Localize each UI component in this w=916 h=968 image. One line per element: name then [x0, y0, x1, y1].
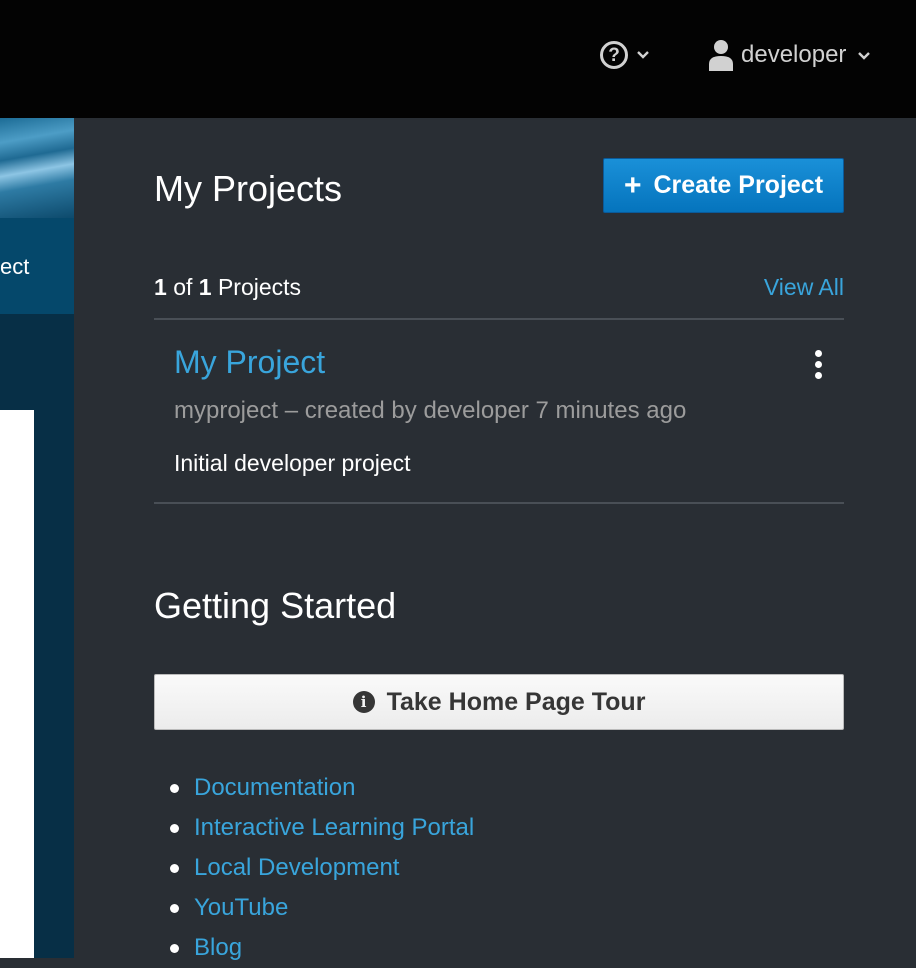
chevron-down-icon	[858, 52, 871, 60]
documentation-link[interactable]: Documentation	[194, 774, 355, 802]
youtube-link[interactable]: YouTube	[194, 894, 288, 922]
getting-started-links: Documentation Interactive Learning Porta…	[170, 768, 474, 968]
bullet-icon	[170, 783, 179, 793]
list-item: Local Development	[170, 848, 474, 888]
take-tour-label: Take Home Page Tour	[386, 687, 646, 716]
project-description: Initial developer project	[174, 450, 411, 476]
info-circle-icon: i	[352, 691, 375, 713]
projects-count: 1 of 1 Projects	[154, 274, 301, 301]
left-content-area: ect	[0, 118, 74, 958]
take-tour-button[interactable]: i Take Home Page Tour	[154, 674, 844, 730]
project-name-link[interactable]: My Project	[174, 344, 325, 381]
list-item: YouTube	[170, 888, 474, 928]
hero-banner-image	[0, 118, 74, 218]
bullet-icon	[170, 903, 179, 913]
user-menu-button[interactable]: developer	[708, 38, 871, 72]
project-meta: myproject – created by developer 7 minut…	[174, 397, 687, 424]
username-label: developer	[741, 41, 847, 68]
getting-started-heading: Getting Started	[154, 585, 397, 626]
local-development-link[interactable]: Local Development	[194, 854, 399, 882]
hero-caption-text: ect	[0, 254, 30, 279]
user-icon	[709, 40, 733, 71]
projects-count-total: 1	[198, 274, 212, 300]
create-project-label: Create Project	[653, 171, 824, 199]
view-all-link[interactable]: View All	[764, 274, 844, 301]
kebab-menu-icon[interactable]	[806, 350, 830, 380]
chevron-down-icon	[637, 51, 649, 59]
bullet-icon	[170, 943, 179, 953]
project-list-item: My Project myproject – created by develo…	[154, 318, 844, 504]
create-project-button[interactable]: + Create Project	[603, 158, 844, 213]
my-projects-heading: My Projects	[154, 168, 343, 209]
list-item: Interactive Learning Portal	[170, 808, 474, 848]
list-item: Documentation	[170, 768, 474, 808]
question-circle-icon: ?	[600, 41, 628, 69]
plus-icon: +	[623, 168, 642, 202]
learning-portal-link[interactable]: Interactive Learning Portal	[194, 814, 474, 842]
bullet-icon	[170, 863, 179, 873]
projects-count-current: 1	[154, 274, 167, 300]
projects-count-of: of	[173, 274, 193, 300]
bullet-icon	[170, 823, 179, 833]
hero-caption-band: ect	[0, 218, 74, 314]
catalog-card	[0, 410, 34, 958]
projects-count-suffix: Projects	[217, 274, 302, 300]
projects-count-row: 1 of 1 Projects View All	[154, 272, 844, 320]
top-navbar: ? developer	[0, 0, 916, 118]
list-item: Blog	[170, 928, 474, 968]
help-menu-button[interactable]: ?	[600, 38, 650, 72]
